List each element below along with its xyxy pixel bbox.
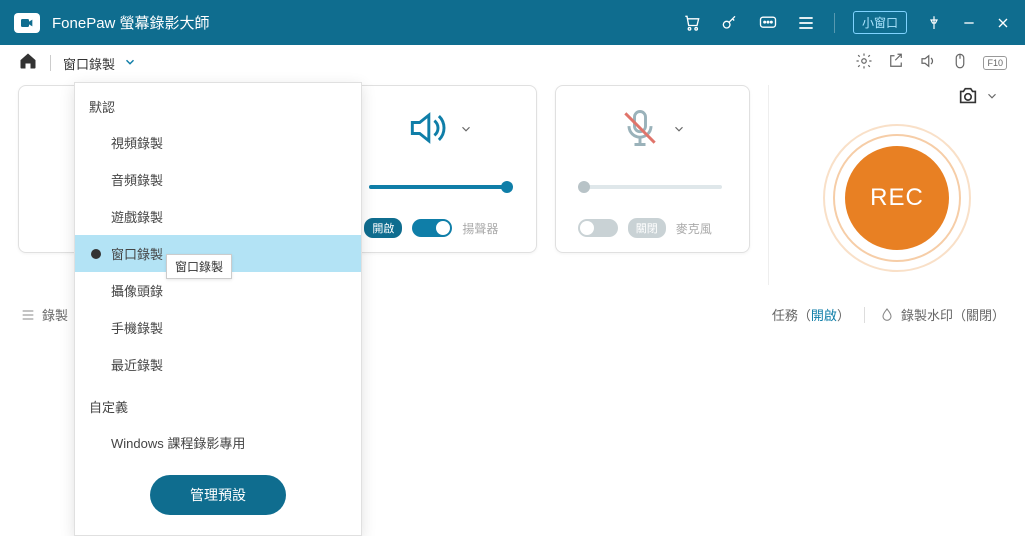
cart-icon[interactable] bbox=[682, 13, 702, 33]
record-column: REC bbox=[787, 85, 1007, 272]
dropdown-section-custom: 自定義 bbox=[75, 383, 361, 424]
close-icon[interactable] bbox=[995, 15, 1011, 31]
task-link[interactable]: 任務（開啟） bbox=[772, 305, 850, 324]
hotkey-badge[interactable]: F10 bbox=[983, 56, 1007, 70]
manage-presets-button[interactable]: 管理預設 bbox=[150, 475, 286, 515]
mode-selector[interactable]: 窗口錄製 bbox=[63, 54, 137, 73]
mode-dropdown: 默認 視頻錄製 音頻錄製 遊戲錄製 窗口錄製 攝像頭錄 手機錄製 最近錄製 自定… bbox=[74, 82, 362, 536]
camera-icon[interactable] bbox=[957, 85, 979, 112]
dropdown-item-game[interactable]: 遊戲錄製 bbox=[75, 198, 361, 235]
home-icon[interactable] bbox=[18, 51, 38, 76]
divider bbox=[50, 55, 51, 71]
mic-off-icon bbox=[618, 106, 662, 155]
speaker-label: 揚聲器 bbox=[462, 220, 498, 237]
speaker-icon bbox=[405, 106, 449, 155]
dropdown-item-audio[interactable]: 音頻錄製 bbox=[75, 161, 361, 198]
app-logo bbox=[14, 13, 40, 33]
speaker-panel: 開啟 揚聲器 bbox=[341, 85, 536, 253]
chevron-down-icon bbox=[123, 57, 137, 72]
speaker-toggle[interactable] bbox=[412, 219, 452, 237]
mode-label: 窗口錄製 bbox=[63, 57, 115, 72]
minimize-icon[interactable] bbox=[961, 15, 977, 31]
toolbar: 窗口錄製 F10 bbox=[0, 45, 1025, 81]
watermark-label: 錄製水印（關閉） bbox=[901, 305, 1005, 324]
mouse-icon[interactable] bbox=[951, 52, 969, 75]
small-window-button[interactable]: 小窗口 bbox=[853, 11, 907, 34]
divider bbox=[834, 13, 835, 33]
watermark-link[interactable]: 錄製水印（關閉） bbox=[879, 305, 1005, 324]
speaker-volume-slider[interactable] bbox=[369, 185, 509, 189]
mic-toggle-state: 關閉 bbox=[628, 218, 666, 238]
app-title: FonePaw 螢幕錄影大師 bbox=[52, 12, 210, 33]
dropdown-item-phone[interactable]: 手機錄製 bbox=[75, 309, 361, 346]
mic-toggle[interactable] bbox=[578, 219, 618, 237]
export-icon[interactable] bbox=[887, 52, 905, 75]
chat-icon[interactable] bbox=[758, 13, 778, 33]
menu-icon[interactable] bbox=[796, 13, 816, 33]
history-label: 錄製 bbox=[42, 305, 68, 324]
tooltip: 窗口錄製 bbox=[166, 254, 232, 279]
mic-volume-slider[interactable] bbox=[582, 185, 722, 189]
mic-label: 麥克風 bbox=[676, 220, 712, 237]
gear-icon[interactable] bbox=[855, 52, 873, 75]
history-link[interactable]: 錄製 bbox=[20, 305, 68, 324]
dropdown-item-custom-0[interactable]: Windows 課程錄影專用 bbox=[75, 424, 361, 461]
mic-panel: 關閉 麥克風 bbox=[555, 85, 750, 253]
dropdown-item-video[interactable]: 視頻錄製 bbox=[75, 124, 361, 161]
key-icon[interactable] bbox=[720, 13, 740, 33]
chevron-down-icon[interactable] bbox=[459, 122, 473, 139]
task-label: 任務（開啟） bbox=[772, 305, 850, 324]
sound-icon[interactable] bbox=[919, 52, 937, 75]
chevron-down-icon[interactable] bbox=[672, 122, 686, 139]
rec-button-container: REC bbox=[823, 124, 971, 272]
pin-icon[interactable] bbox=[925, 14, 943, 32]
titlebar: FonePaw 螢幕錄影大師 小窗口 bbox=[0, 0, 1025, 45]
divider bbox=[864, 307, 865, 323]
dropdown-section-default: 默認 bbox=[75, 83, 361, 124]
speaker-toggle-state: 開啟 bbox=[364, 218, 402, 238]
chevron-down-icon[interactable] bbox=[985, 89, 999, 108]
divider bbox=[768, 85, 769, 285]
dropdown-item-recent[interactable]: 最近錄製 bbox=[75, 346, 361, 383]
